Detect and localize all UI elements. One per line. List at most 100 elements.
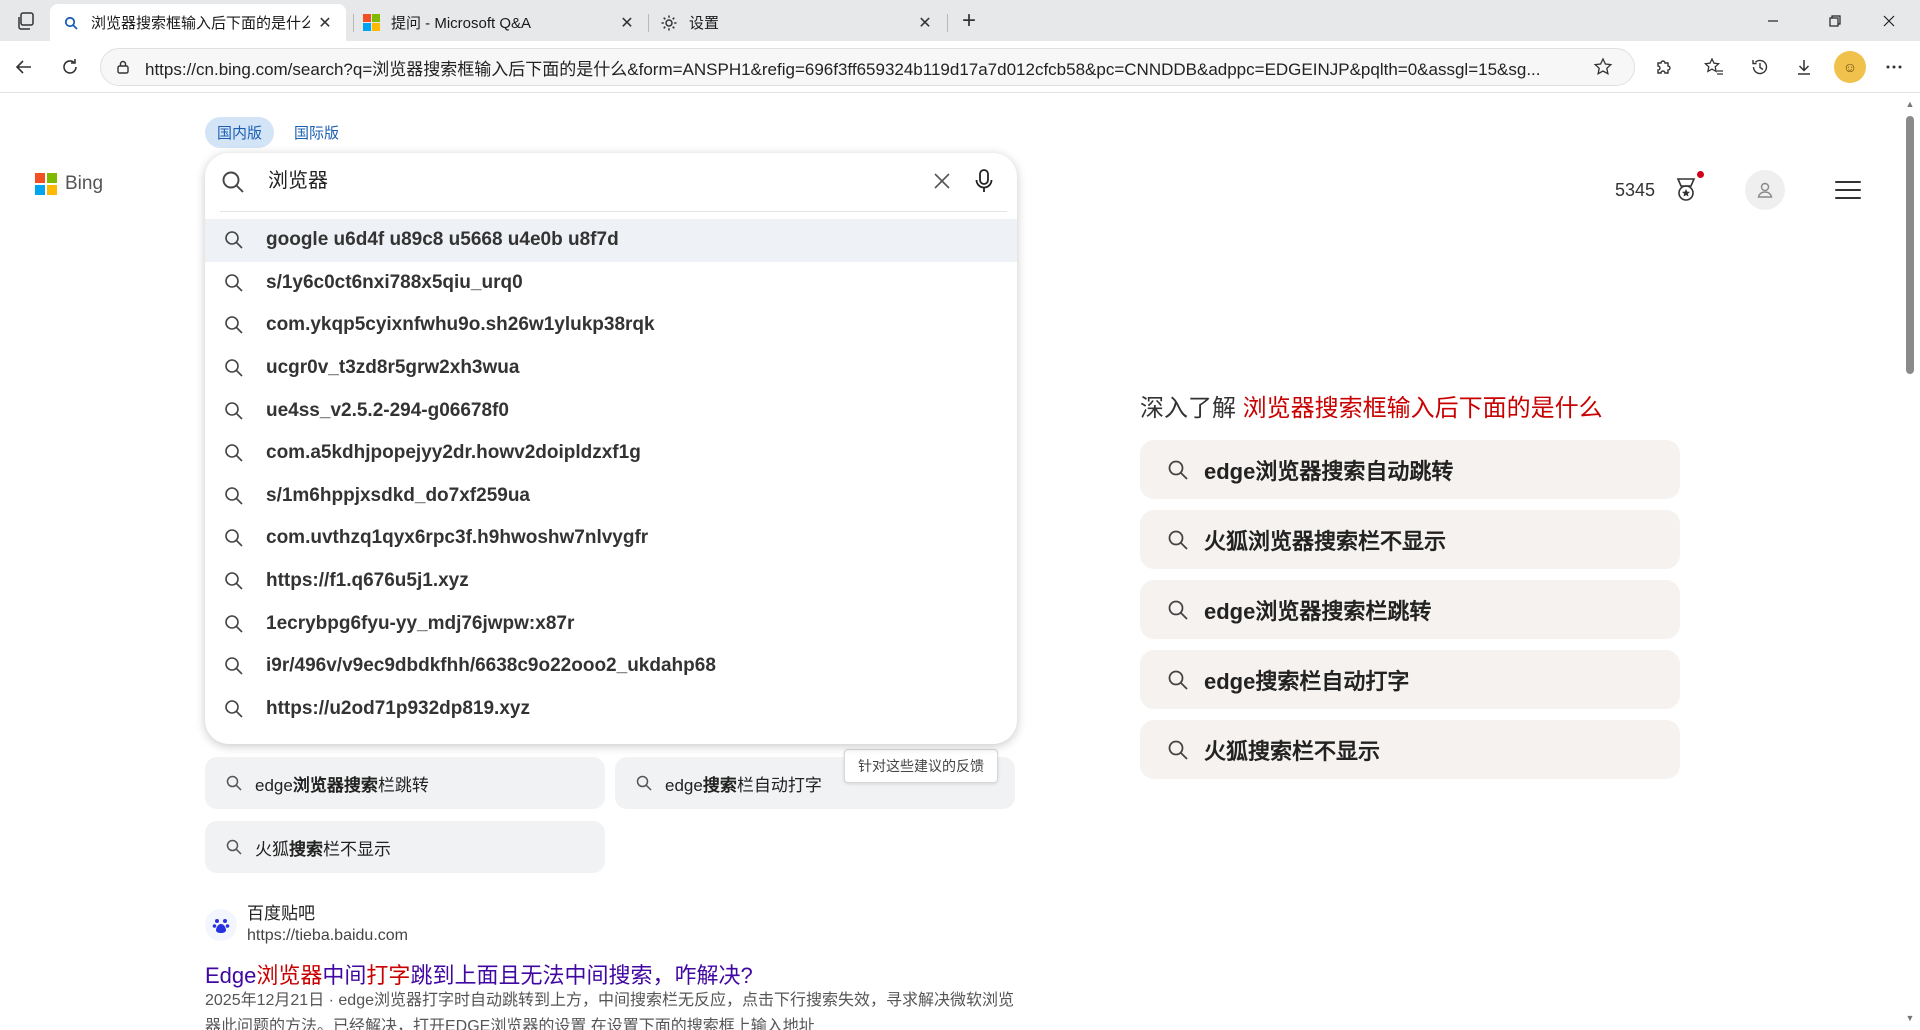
search-icon [222, 171, 244, 193]
result-title-link[interactable]: Edge浏览器中间打字跳到上面且无法中间搜索，咋解决? [205, 958, 753, 990]
suggestion-text: ucgr0v_t3zd8r5grw2xh3wua [266, 357, 520, 379]
suggestion-item[interactable]: https://u2od71p932dp819.xyz [205, 688, 1017, 731]
back-button[interactable] [8, 51, 40, 83]
search-input[interactable] [268, 167, 868, 190]
voice-search-button[interactable] [971, 167, 997, 195]
pill-label: 火狐搜索栏不显示 [255, 839, 391, 859]
deep-dive-item[interactable]: edge浏览器搜索自动跳转 [1140, 440, 1680, 499]
bing-logo-text: Bing [65, 173, 104, 194]
close-tab-icon[interactable]: ✕ [618, 14, 636, 32]
rewards-button[interactable] [1671, 171, 1705, 205]
extensions-button[interactable] [1648, 51, 1680, 83]
suggestion-item[interactable]: ucgr0v_t3zd8r5grw2xh3wua [205, 347, 1017, 390]
search-icon [1168, 670, 1188, 690]
tab-strip: 浏览器搜索框输入后下面的是什么 ✕ 提问 - Microsoft Q&A ✕ 设… [0, 0, 1920, 41]
sign-in-button[interactable] [1745, 170, 1786, 210]
result-snippet: 2025年12月21日 · edge浏览器打字时自动跳转到上方，中间搜索栏无反应… [205, 992, 1015, 1030]
profile-avatar[interactable]: ☺ [1834, 51, 1866, 83]
header-actions: 5345 [1615, 165, 1862, 215]
deep-dive-item[interactable]: 火狐搜索栏不显示 [1140, 720, 1680, 779]
suggestions-feedback-button[interactable]: 针对这些建议的反馈 [844, 749, 998, 783]
search-icon [225, 444, 243, 462]
bing-logo[interactable]: Bing [35, 173, 103, 195]
deep-dive-label: 火狐浏览器搜索栏不显示 [1204, 528, 1447, 554]
new-tab-button[interactable]: + [955, 7, 983, 34]
related-search-pill[interactable]: edge浏览器搜索栏跳转 [205, 757, 605, 809]
address-bar[interactable]: https://cn.bing.com/search?q=浏览器搜索框输入后下面… [100, 48, 1635, 86]
deep-dive-item[interactable]: edge浏览器搜索栏跳转 [1140, 580, 1680, 639]
suggestion-text: com.ykqp5cyixnfwhu9o.sh26w1ylukp38rqk [266, 314, 655, 336]
search-icon [1168, 530, 1188, 550]
deep-dive-item[interactable]: edge搜索栏自动打字 [1140, 650, 1680, 709]
downloads-button[interactable] [1788, 51, 1820, 83]
suggestion-item[interactable]: com.uvthzq1qyx6rpc3f.h9hwoshw7nlvygfr [205, 517, 1017, 560]
search-icon [225, 529, 243, 548]
suggestion-list: google u6d4f u89c8 u5668 u4e0b u8f7d s/1… [205, 219, 1017, 730]
hamburger-menu-button[interactable] [1835, 181, 1862, 199]
close-window-button[interactable] [1858, 0, 1920, 41]
search-icon [1168, 740, 1188, 760]
search-icon [226, 775, 242, 791]
refresh-button[interactable] [54, 51, 86, 83]
suggestion-item[interactable]: s/1m6hppjxsdkd_do7xf259ua [205, 475, 1017, 518]
scrollbar-thumb[interactable] [1906, 116, 1914, 374]
favorites-button[interactable] [1698, 51, 1730, 83]
suggestion-item[interactable]: 1ecrybpg6fyu-yy_mdj76jwpw:x87r [205, 602, 1017, 645]
market-tab-domestic[interactable]: 国内版 [205, 117, 275, 148]
scroll-down-arrow-icon[interactable]: ▼ [1905, 1013, 1915, 1023]
clear-search-button[interactable] [930, 169, 954, 193]
suggestion-item[interactable]: google u6d4f u89c8 u5668 u4e0b u8f7d [205, 219, 1017, 262]
tab-settings[interactable]: 设置 ✕ [648, 4, 946, 41]
tab-microsoft-qa[interactable]: 提问 - Microsoft Q&A ✕ [350, 4, 648, 41]
minimize-button[interactable] [1742, 0, 1804, 41]
scroll-up-arrow-icon[interactable]: ▲ [1905, 99, 1915, 109]
search-icon [226, 839, 242, 855]
more-menu-button[interactable] [1878, 51, 1910, 83]
tab-separator [947, 14, 948, 32]
close-tab-icon[interactable]: ✕ [316, 14, 334, 32]
tab-title: 设置 [689, 15, 720, 32]
suggestion-text: s/1y6c0ct6nxi788x5qiu_urq0 [266, 271, 523, 293]
restore-icon [1829, 14, 1841, 27]
page-scrollbar[interactable]: ▲ ▼ [1900, 93, 1920, 1030]
suggestion-item[interactable]: com.ykqp5cyixnfwhu9o.sh26w1ylukp38rqk [205, 304, 1017, 347]
search-box-dropdown: google u6d4f u89c8 u5668 u4e0b u8f7d s/1… [205, 153, 1017, 744]
search-icon [225, 614, 243, 633]
tab-actions-button[interactable] [10, 8, 42, 34]
suggestion-text: google u6d4f u89c8 u5668 u4e0b u8f7d [266, 229, 619, 251]
market-tab-international[interactable]: 国际版 [282, 117, 351, 148]
title-segment: Edge [205, 963, 257, 988]
rewards-points[interactable]: 5345 [1615, 180, 1655, 201]
suggestion-text: 1ecrybpg6fyu-yy_mdj76jwpw:x87r [266, 612, 575, 634]
title-segment: 跳到上面且无法中间搜索，咋解决? [410, 963, 753, 988]
puzzle-icon [1657, 60, 1671, 74]
suggestion-item[interactable]: https://f1.q676u5j1.xyz [205, 560, 1017, 603]
deep-dive-item[interactable]: 火狐浏览器搜索栏不显示 [1140, 510, 1680, 569]
deep-dive-heading: 深入了解 浏览器搜索框输入后下面的是什么 [1140, 395, 1603, 422]
search-icon [1168, 460, 1188, 480]
microsoft-logo-icon [362, 14, 380, 32]
result-source[interactable]: 百度贴吧 https://tieba.baidu.com [205, 903, 408, 947]
restore-button[interactable] [1804, 0, 1866, 41]
search-icon [225, 657, 243, 675]
suggestion-text: com.a5kdhjpopejyy2dr.howv2doipldzxf1g [266, 442, 641, 464]
search-icon [225, 487, 243, 505]
favorites-list-icon [1703, 57, 1723, 75]
suggestion-text: ue4ss_v2.5.2-294-g06678f0 [266, 399, 509, 421]
suggestion-item[interactable]: i9r/496v/v9ec9dbdkfhh/6638c9o22ooo2_ukda… [205, 645, 1017, 688]
history-button[interactable] [1744, 51, 1776, 83]
favorite-star-icon[interactable] [1593, 57, 1613, 77]
suggestion-text: https://f1.q676u5j1.xyz [266, 570, 469, 592]
suggestion-text: https://u2od71p932dp819.xyz [266, 697, 530, 719]
url-text[interactable]: https://cn.bing.com/search?q=浏览器搜索框输入后下面… [145, 55, 1585, 80]
tab-bing-search[interactable]: 浏览器搜索框输入后下面的是什么 ✕ [50, 4, 346, 41]
suggestion-item[interactable]: ue4ss_v2.5.2-294-g06678f0 [205, 389, 1017, 432]
related-search-pill[interactable]: 火狐搜索栏不显示 [205, 821, 605, 873]
search-icon [636, 775, 652, 791]
suggestion-item[interactable]: com.a5kdhjpopejyy2dr.howv2doipldzxf1g [205, 432, 1017, 475]
rewards-medal-icon [1676, 178, 1696, 201]
close-tab-icon[interactable]: ✕ [916, 14, 934, 32]
suggestion-item[interactable]: s/1y6c0ct6nxi788x5qiu_urq0 [205, 262, 1017, 305]
lock-icon [117, 60, 129, 74]
pill-label: edge浏览器搜索栏跳转 [255, 775, 429, 795]
